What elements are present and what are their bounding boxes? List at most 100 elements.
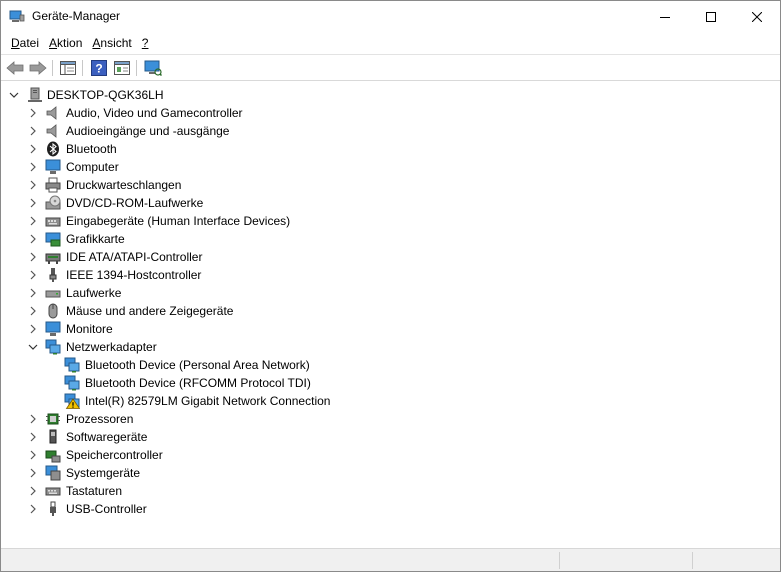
- menu-datei[interactable]: Datei: [6, 33, 44, 53]
- display-adapter-icon: [45, 232, 61, 247]
- keyboard-icon: [45, 487, 61, 496]
- tree-category-4[interactable]: Computer: [1, 158, 421, 176]
- chevron-right-icon[interactable]: [28, 432, 38, 442]
- tree-category-6[interactable]: DVD/CD-ROM-Laufwerke: [1, 194, 421, 212]
- ieee1394-icon: [49, 268, 57, 282]
- show-hide-console-tree-button[interactable]: [57, 58, 79, 78]
- computer-icon: [45, 159, 61, 174]
- dvd-drive-icon: [45, 195, 61, 210]
- network-device-label: Bluetooth Device (Personal Area Network): [85, 358, 310, 372]
- device-tree[interactable]: DESKTOP-QGK36LH Audio, Video und Gamecon…: [1, 85, 780, 547]
- network-device-3[interactable]: Intel(R) 82579LM Gigabit Network Connect…: [1, 392, 421, 410]
- chevron-right-icon[interactable]: [28, 468, 38, 478]
- minimize-button[interactable]: [642, 1, 688, 32]
- network-device-1[interactable]: Bluetooth Device (Personal Area Network): [1, 356, 421, 374]
- chevron-right-icon[interactable]: [28, 504, 38, 514]
- tree-category-7[interactable]: Eingabegeräte (Human Interface Devices): [1, 212, 421, 230]
- tree-root[interactable]: DESKTOP-QGK36LH: [1, 86, 301, 104]
- properties-icon: [114, 61, 130, 75]
- speaker-icon: [46, 106, 57, 120]
- tree-category-15[interactable]: Prozessoren: [1, 410, 421, 428]
- tree-category-3[interactable]: Bluetooth: [1, 140, 421, 158]
- mouse-icon: [48, 303, 58, 319]
- chevron-right-icon[interactable]: [28, 324, 38, 334]
- tree-category-12[interactable]: Mäuse und andere Zeigegeräte: [1, 302, 421, 320]
- tree-category-17[interactable]: Speichercontroller: [1, 446, 421, 464]
- menu-aktion[interactable]: Aktion: [44, 33, 87, 53]
- help-icon: ?: [91, 60, 107, 76]
- tree-category-label: IDE ATA/ATAPI-Controller: [66, 250, 203, 264]
- toolbar-separator: [82, 60, 83, 76]
- network-device-2[interactable]: Bluetooth Device (RFCOMM Protocol TDI): [1, 374, 421, 392]
- close-icon: [752, 11, 762, 22]
- chevron-right-icon[interactable]: [28, 450, 38, 460]
- tree-category-18[interactable]: Systemgeräte: [1, 464, 421, 482]
- tree-root-label: DESKTOP-QGK36LH: [47, 88, 164, 102]
- chevron-right-icon[interactable]: [28, 162, 38, 172]
- tree-category-8[interactable]: Grafikkarte: [1, 230, 421, 248]
- bluetooth-icon: [47, 141, 59, 157]
- chevron-right-icon[interactable]: [28, 414, 38, 424]
- menu-ansicht[interactable]: Ansicht: [87, 33, 136, 53]
- chevron-right-icon[interactable]: [28, 144, 38, 154]
- help-button[interactable]: ?: [88, 58, 110, 78]
- disk-drive-icon: [45, 290, 61, 298]
- tree-category-19[interactable]: Tastaturen: [1, 482, 421, 500]
- scan-hardware-button[interactable]: [142, 58, 164, 78]
- menu-bar: Datei Aktion Ansicht ?: [1, 32, 780, 53]
- tree-category-13[interactable]: Monitore: [1, 320, 421, 338]
- tree-category-9[interactable]: IDE ATA/ATAPI-Controller: [1, 248, 421, 266]
- properties-button[interactable]: [111, 58, 133, 78]
- processor-icon: [46, 413, 60, 425]
- minimize-icon: [660, 16, 670, 18]
- chevron-right-icon[interactable]: [28, 198, 38, 208]
- tree-category-14[interactable]: Netzwerkadapter: [1, 338, 421, 356]
- status-separator: [692, 552, 693, 569]
- device-manager-app-icon: [9, 10, 25, 22]
- tree-category-label: Computer: [66, 160, 119, 174]
- chevron-down-icon[interactable]: [9, 90, 19, 100]
- printer-icon: [45, 177, 61, 193]
- chevron-right-icon[interactable]: [28, 126, 38, 136]
- chevron-down-icon[interactable]: [28, 342, 38, 352]
- storage-controller-icon: [45, 450, 61, 463]
- tree-category-label: Netzwerkadapter: [66, 340, 157, 354]
- tree-category-label: Druckwarteschlangen: [66, 178, 182, 192]
- chevron-right-icon[interactable]: [28, 288, 38, 298]
- title-bar[interactable]: Geräte-Manager: [1, 1, 780, 32]
- forward-arrow-icon: [29, 61, 47, 75]
- close-button[interactable]: [734, 1, 780, 32]
- tree-category-label: Speichercontroller: [66, 448, 163, 462]
- tree-category-label: Bluetooth: [66, 142, 117, 156]
- chevron-right-icon[interactable]: [28, 180, 38, 190]
- chevron-right-icon[interactable]: [28, 486, 38, 496]
- back-arrow-icon: [6, 61, 24, 75]
- network-device-label: Bluetooth Device (RFCOMM Protocol TDI): [85, 376, 311, 390]
- chevron-right-icon[interactable]: [28, 270, 38, 280]
- tree-category-label: Systemgeräte: [66, 466, 141, 480]
- tree-category-1[interactable]: Audio, Video und Gamecontroller: [1, 104, 421, 122]
- tree-category-20[interactable]: USB-Controller: [1, 500, 421, 518]
- tree-category-16[interactable]: Softwaregeräte: [1, 428, 421, 446]
- tree-category-label: Audio, Video und Gamecontroller: [66, 106, 243, 120]
- back-button[interactable]: [4, 58, 26, 78]
- toolbar-separator: [52, 60, 53, 76]
- tree-category-10[interactable]: IEEE 1394-Hostcontroller: [1, 266, 421, 284]
- tree-category-5[interactable]: Druckwarteschlangen: [1, 176, 421, 194]
- tree-category-11[interactable]: Laufwerke: [1, 284, 421, 302]
- menu-help[interactable]: ?: [137, 33, 154, 53]
- tree-category-label: USB-Controller: [66, 502, 147, 516]
- tree-category-label: Prozessoren: [66, 412, 134, 426]
- maximize-button[interactable]: [688, 1, 734, 32]
- forward-button[interactable]: [27, 58, 49, 78]
- scan-hardware-icon: [144, 60, 162, 76]
- chevron-right-icon[interactable]: [28, 216, 38, 226]
- chevron-right-icon[interactable]: [28, 252, 38, 262]
- tree-category-label: Tastaturen: [66, 484, 123, 498]
- tree-category-2[interactable]: Audioeingänge und -ausgänge: [1, 122, 421, 140]
- tree-category-label: DVD/CD-ROM-Laufwerke: [66, 196, 204, 210]
- chevron-right-icon[interactable]: [28, 234, 38, 244]
- network-device-label: Intel(R) 82579LM Gigabit Network Connect…: [85, 394, 331, 408]
- chevron-right-icon[interactable]: [28, 108, 38, 118]
- chevron-right-icon[interactable]: [28, 306, 38, 316]
